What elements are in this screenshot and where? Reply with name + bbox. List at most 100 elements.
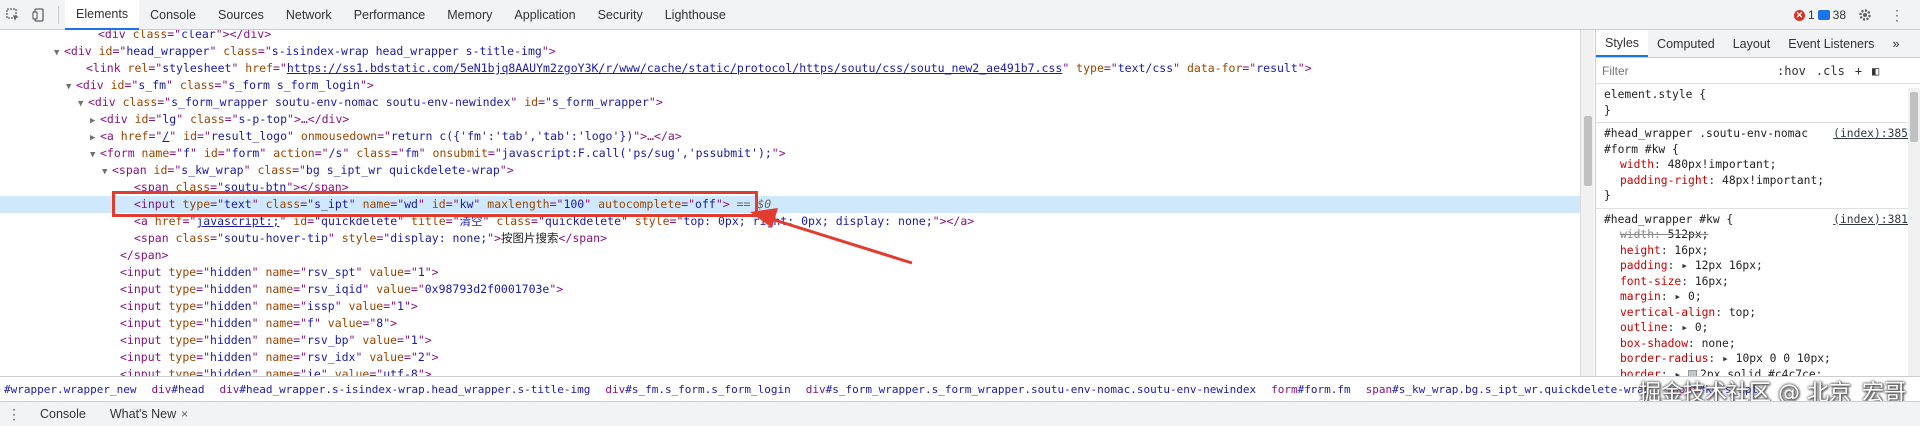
breadcrumb-item[interactable]: form#form.fm [1271, 383, 1350, 396]
new-rule-plus-icon[interactable]: + [1855, 64, 1862, 78]
more-options-icon[interactable]: ⋮ [1884, 2, 1910, 28]
css-property[interactable]: vertical-align: top; [1604, 305, 1912, 321]
tab-network[interactable]: Network [275, 0, 343, 30]
tab-performance[interactable]: Performance [343, 0, 437, 30]
dom-node-row[interactable]: <input type="hidden" name="rsv_iqid" val… [0, 281, 1580, 298]
dom-node-row[interactable]: ▼ <div class="s_form_wrapper soutu-env-no… [0, 94, 1580, 111]
class-toggle-button[interactable]: .cls [1816, 64, 1845, 78]
dom-node-row[interactable]: ▼ <form name="f" id="form" action="/s" cl… [0, 145, 1580, 162]
hover-state-button[interactable]: :hov [1777, 64, 1806, 78]
dom-node-row[interactable]: <input type="hidden" name="rsv_bp" value… [0, 332, 1580, 349]
expand-shorthand-icon[interactable]: ▸ [1674, 290, 1688, 303]
css-property-name[interactable]: outline [1620, 321, 1668, 334]
inspect-element-icon[interactable] [0, 2, 26, 28]
css-property-name[interactable]: padding-right [1620, 174, 1708, 187]
css-property-name[interactable]: height [1620, 244, 1661, 257]
css-property[interactable]: height: 16px; [1604, 243, 1912, 259]
css-property[interactable]: width: 512px; [1604, 227, 1912, 243]
rule-source-link[interactable]: (index):385 [1833, 126, 1908, 142]
css-property-name[interactable]: font-size [1620, 275, 1681, 288]
css-property[interactable]: border-radius: ▸ 10px 0 0 10px; [1604, 351, 1912, 367]
tab-memory[interactable]: Memory [436, 0, 503, 30]
css-property[interactable]: font-size: 16px; [1604, 274, 1912, 290]
expand-shorthand-icon[interactable]: ▸ [1681, 259, 1695, 272]
styles-scrollbar[interactable] [1908, 88, 1920, 376]
css-property-value[interactable]: 10px 0 0 10px; [1736, 352, 1831, 365]
styles-tab-computed[interactable]: Computed [1648, 30, 1724, 57]
css-property-value[interactable]: top; [1729, 306, 1756, 319]
expand-shorthand-icon[interactable]: ▸ [1681, 321, 1695, 334]
css-property-value[interactable]: 480px!important; [1668, 158, 1777, 171]
tab-sources[interactable]: Sources [207, 0, 275, 30]
styles-filter-input[interactable] [1602, 60, 1767, 81]
close-icon[interactable]: × [181, 407, 188, 421]
dom-node-row[interactable]: <div class="clear"></div> [0, 30, 1580, 43]
css-property-value[interactable]: 16px; [1695, 275, 1729, 288]
breadcrumb-item[interactable]: #wrapper.wrapper_new [4, 383, 136, 396]
css-property[interactable]: padding-right: 48px!important; [1604, 173, 1912, 189]
device-toolbar-icon[interactable] [26, 2, 52, 28]
css-property-name[interactable]: box-shadow [1620, 337, 1688, 350]
css-property-name[interactable]: border-radius [1620, 352, 1708, 365]
dom-node-row[interactable]: <input type="hidden" name="rsv_idx" valu… [0, 349, 1580, 366]
breadcrumb-item[interactable]: div#head [151, 383, 204, 396]
css-property-value[interactable]: 0; [1688, 290, 1702, 303]
dom-node-row[interactable]: <input type="hidden" name="issp" value="… [0, 298, 1580, 315]
drawer-tab-console[interactable]: Console [28, 402, 98, 426]
dom-node-row[interactable]: <input type="hidden" name="ie" value="ut… [0, 366, 1580, 376]
tab-lighthouse[interactable]: Lighthouse [654, 0, 737, 30]
dom-link-token[interactable]: https://ss1.bdstatic.com/5eN1bjq8AAUYm2z… [287, 61, 1062, 75]
tab-security[interactable]: Security [587, 0, 654, 30]
elements-scroll-thumb[interactable] [1584, 116, 1592, 186]
breadcrumb-item[interactable]: div#head_wrapper.s-isindex-wrap.head_wra… [219, 383, 590, 396]
tab-console[interactable]: Console [139, 0, 207, 30]
styles-tab-layout[interactable]: Layout [1724, 30, 1780, 57]
error-counter[interactable]: ✕ 1 38 [1793, 8, 1846, 22]
more-tabs-chevron-icon[interactable]: » [1883, 30, 1908, 57]
css-property[interactable]: width: 480px!important; [1604, 157, 1912, 173]
css-property-value[interactable]: 48px!important; [1722, 174, 1824, 187]
drawer-tab-what-s-new[interactable]: What's New × [98, 402, 200, 426]
breadcrumb-item[interactable]: span#s_kw_wrap.bg.s_ipt_wr.quickdelete-w… [1366, 383, 1651, 396]
breadcrumb-item[interactable]: div#s_fm.s_form.s_form_login [605, 383, 790, 396]
dom-tag-token: "> [541, 44, 556, 58]
dom-node-row[interactable]: <link rel="stylesheet" href="https://ss1… [0, 60, 1580, 77]
css-property-value[interactable]: 0; [1695, 321, 1709, 334]
breadcrumb-item[interactable]: div#s_form_wrapper.s_form_wrapper.soutu-… [806, 383, 1256, 396]
elements-scrollbar[interactable] [1580, 30, 1594, 376]
drawer-menu-icon[interactable]: ⋮ [0, 406, 28, 423]
dom-node-row[interactable]: ▶ <a href="/" id="result_logo" onmousedow… [0, 128, 1580, 145]
css-property-name[interactable]: width [1620, 228, 1654, 241]
tab-elements[interactable]: Elements [65, 0, 140, 30]
dom-node-row[interactable]: ▶ <div id="lg" class="s-p-top">…</div> [0, 111, 1580, 128]
dom-node-row[interactable]: <input type="hidden" name="f" value="8"> [0, 315, 1580, 332]
css-property-name[interactable]: vertical-align [1620, 306, 1715, 319]
tab-application[interactable]: Application [503, 0, 586, 30]
dom-node-row[interactable]: ▼ <div id="s_fm" class="s_form s_form_log… [0, 77, 1580, 94]
dom-node-row[interactable]: ▼ <span id="s_kw_wrap" class="bg s_ipt_wr… [0, 162, 1580, 179]
css-property-value[interactable]: 512px; [1668, 228, 1709, 241]
settings-gear-icon[interactable] [1852, 2, 1878, 28]
css-property[interactable]: margin: ▸ 0; [1604, 289, 1912, 305]
computed-sidebar-toggle-icon[interactable]: ◧ [1872, 64, 1879, 78]
css-property[interactable]: box-shadow: none; [1604, 336, 1912, 352]
css-property-name[interactable]: margin [1620, 290, 1661, 303]
expand-shorthand-icon[interactable]: ▸ [1722, 352, 1736, 365]
dom-node-row[interactable]: <input type="hidden" name="rsv_spt" valu… [0, 264, 1580, 281]
dom-node-row[interactable]: <span class="soutu-hover-tip" style="dis… [0, 230, 1580, 247]
dom-node-row[interactable]: ▼ <div id="head_wrapper" class="s-isindex… [0, 43, 1580, 60]
css-property-value[interactable]: 16px; [1674, 244, 1708, 257]
rule-selector[interactable]: #form #kw { [1604, 142, 1912, 158]
css-property-name[interactable]: width [1620, 158, 1654, 171]
styles-scroll-thumb[interactable] [1910, 92, 1918, 142]
css-property[interactable]: padding: ▸ 12px 16px; [1604, 258, 1912, 274]
styles-tab-event-listeners[interactable]: Event Listeners [1779, 30, 1883, 57]
css-property-value[interactable]: none; [1702, 337, 1736, 350]
dom-node-row[interactable]: </span> [0, 247, 1580, 264]
css-property-value[interactable]: 12px 16px; [1695, 259, 1763, 272]
element-style-selector[interactable]: element.style { [1604, 87, 1912, 103]
styles-tab-styles[interactable]: Styles [1596, 30, 1649, 57]
rule-source-link[interactable]: (index):381 [1833, 212, 1908, 228]
css-property[interactable]: outline: ▸ 0; [1604, 320, 1912, 336]
css-property-name[interactable]: padding [1620, 259, 1668, 272]
